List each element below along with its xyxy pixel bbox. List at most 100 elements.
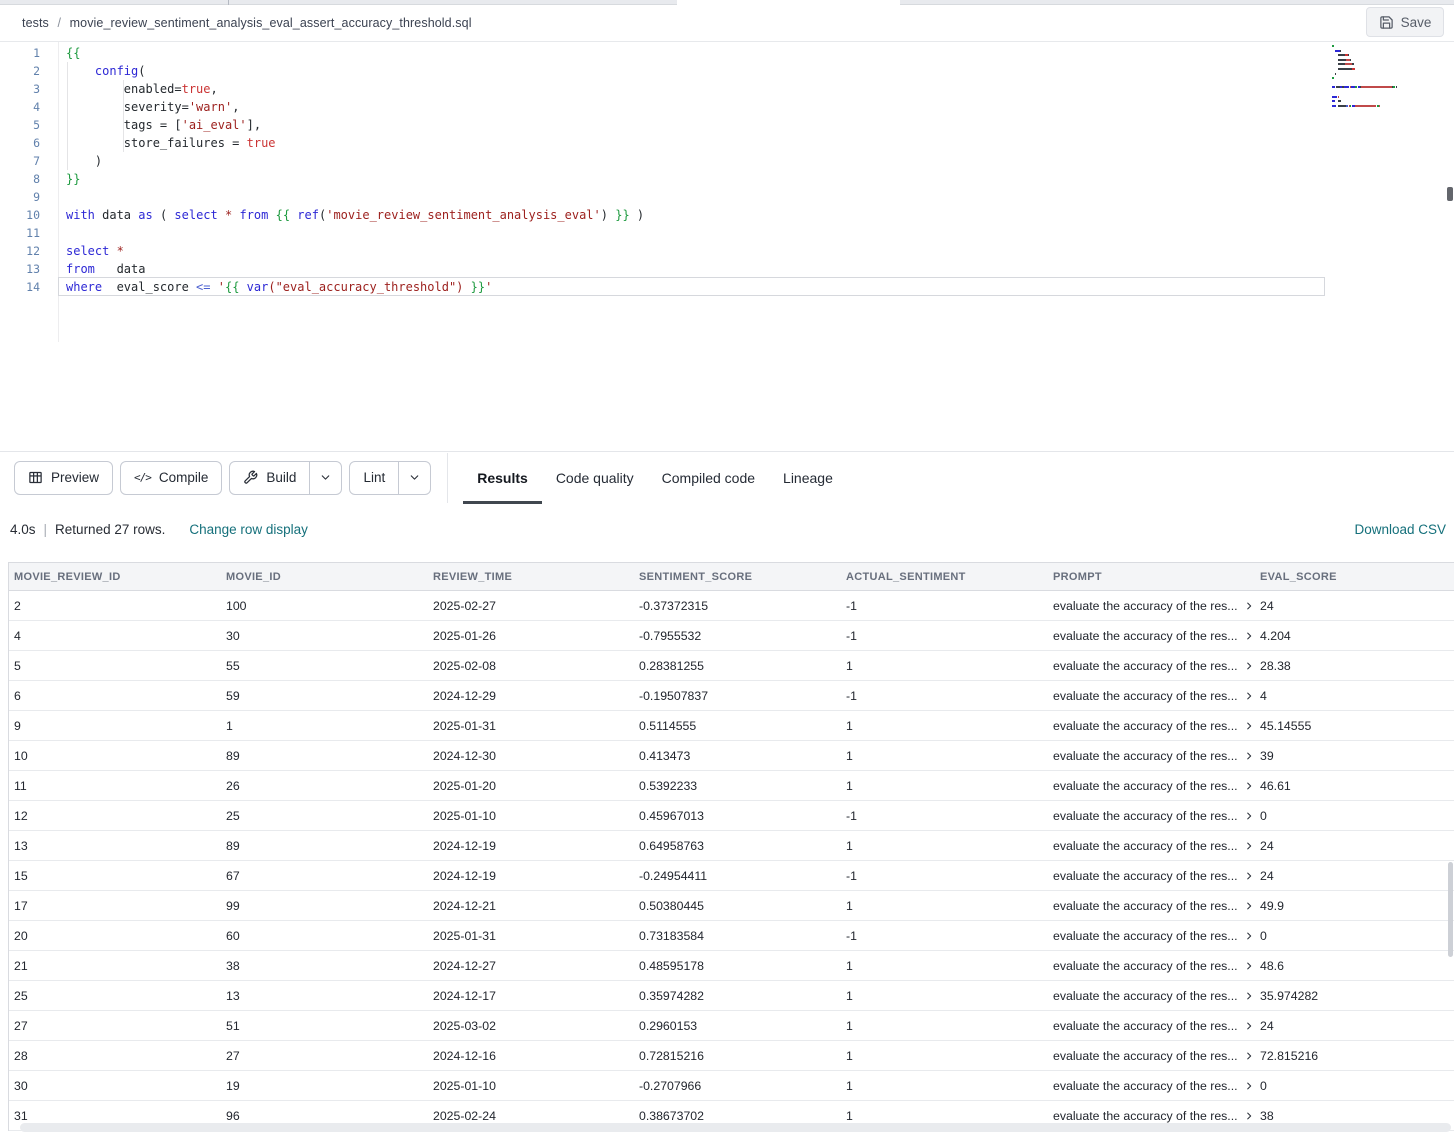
prompt-expand-chevron-icon[interactable] [1244,961,1254,971]
breadcrumb[interactable]: tests / movie_review_sentiment_analysis_… [22,16,472,30]
line-number: 9 [0,188,40,206]
editor-scrollbar-thumb[interactable] [1447,187,1453,201]
results-table-header: MOVIE_REVIEW_IDMOVIE_IDREVIEW_TIMESENTIM… [9,563,1454,591]
lint-dropdown-toggle[interactable] [398,462,430,494]
horizontal-scrollbar-thumb[interactable] [20,1123,1451,1132]
build-button-main[interactable]: Build [230,462,309,494]
table-cell: -1 [841,599,1048,613]
build-dropdown-toggle[interactable] [309,462,341,494]
prompt-expand-chevron-icon[interactable] [1244,811,1254,821]
prompt-expand-chevron-icon[interactable] [1244,1021,1254,1031]
save-button[interactable]: Save [1366,7,1444,37]
table-row: 21382024-12-270.485951781evaluate the ac… [9,951,1454,981]
table-cell: 60 [221,929,428,943]
prompt-text: evaluate the accuracy of the res... [1053,809,1238,823]
table-cell: 2024-12-17 [428,989,634,1003]
code-content[interactable]: {{ config( enabled=true, severity='warn'… [66,44,644,296]
line-number: 6 [0,134,40,152]
prompt-expand-chevron-icon[interactable] [1244,841,1254,851]
table-cell-eval-score: 0 [1255,1079,1454,1093]
line-number: 7 [0,152,40,170]
table-row: 17992024-12-210.503804451evaluate the ac… [9,891,1454,921]
table-cell-eval-score: 72.815216 [1255,1049,1454,1063]
table-cell: 2025-02-27 [428,599,634,613]
prompt-expand-chevron-icon[interactable] [1244,1111,1254,1121]
line-number: 8 [0,170,40,188]
prompt-cell: evaluate the accuracy of the res... [1048,929,1255,943]
prompt-expand-chevron-icon[interactable] [1244,721,1254,731]
tab-results[interactable]: Results [463,452,542,504]
prompt-expand-chevron-icon[interactable] [1244,601,1254,611]
prompt-expand-chevron-icon[interactable] [1244,1081,1254,1091]
code-line: where eval_score <= '{{ var("eval_accura… [66,278,644,296]
prompt-text: evaluate the accuracy of the res... [1053,869,1238,883]
action-toolbar: Preview </> Compile Build [0,451,1454,503]
prompt-expand-chevron-icon[interactable] [1244,781,1254,791]
line-number: 14 [0,278,40,296]
save-icon [1379,15,1394,30]
download-csv-link[interactable]: Download CSV [1354,522,1446,537]
table-cell-eval-score: 49.9 [1255,899,1454,913]
prompt-cell: evaluate the accuracy of the res... [1048,599,1255,613]
table-cell: 2024-12-29 [428,689,634,703]
table-cell: 100 [221,599,428,613]
table-cell: 28 [9,1049,221,1063]
tab-compiled-code-label: Compiled code [662,470,755,486]
table-cell: 5 [9,659,221,673]
result-panel-tabs: Results Code quality Compiled code Linea… [463,452,847,504]
tab-code-quality[interactable]: Code quality [542,452,648,504]
prompt-cell: evaluate the accuracy of the res... [1048,689,1255,703]
table-cell-eval-score: 24 [1255,599,1454,613]
table-cell: 1 [841,749,1048,763]
prompt-expand-chevron-icon[interactable] [1244,931,1254,941]
prompt-expand-chevron-icon[interactable] [1244,991,1254,1001]
prompt-expand-chevron-icon[interactable] [1244,751,1254,761]
minimap[interactable] [1332,45,1412,109]
table-cell: 38 [221,959,428,973]
prompt-expand-chevron-icon[interactable] [1244,631,1254,641]
table-cell: -0.37372315 [634,599,841,613]
table-cell: 2025-03-02 [428,1019,634,1033]
table-cell: 15 [9,869,221,883]
lint-button-main[interactable]: Lint [350,462,398,494]
prompt-expand-chevron-icon[interactable] [1244,661,1254,671]
prompt-expand-chevron-icon[interactable] [1244,901,1254,911]
table-cell: 30 [221,629,428,643]
prompt-text: evaluate the accuracy of the res... [1053,1079,1238,1093]
build-split-button[interactable]: Build [229,461,342,495]
table-cell: 1 [841,839,1048,853]
prompt-expand-chevron-icon[interactable] [1244,871,1254,881]
preview-button[interactable]: Preview [14,461,113,495]
column-header-movie-review-id: MOVIE_REVIEW_ID [9,571,221,583]
code-line: store_failures = true [66,134,644,152]
chevron-down-icon [319,471,332,484]
tab-compiled-code[interactable]: Compiled code [648,452,769,504]
prompt-cell: evaluate the accuracy of the res... [1048,1019,1255,1033]
prompt-cell: evaluate the accuracy of the res... [1048,1079,1255,1093]
compile-button-main[interactable]: </> Compile [121,462,221,494]
prompt-expand-chevron-icon[interactable] [1244,691,1254,701]
compile-button[interactable]: </> Compile [120,461,222,495]
code-line: select * [66,242,644,260]
preview-button-main[interactable]: Preview [15,462,112,494]
breadcrumb-folder[interactable]: tests [22,16,49,30]
table-cell: 1 [841,779,1048,793]
lint-split-button[interactable]: Lint [349,461,431,495]
table-cell: 0.35974282 [634,989,841,1003]
code-editor[interactable]: 1234567891011121314 {{ config( enabled=t… [0,42,1454,451]
table-scrollbar-thumb[interactable] [1448,862,1453,957]
table-cell-eval-score: 4.204 [1255,629,1454,643]
prompt-expand-chevron-icon[interactable] [1244,1051,1254,1061]
chevron-down-icon [408,471,421,484]
table-row: 30192025-01-10-0.27079661evaluate the ac… [9,1071,1454,1101]
table-cell-eval-score: 0 [1255,809,1454,823]
change-row-display-link[interactable]: Change row display [189,522,308,537]
table-cell-eval-score: 24 [1255,869,1454,883]
prompt-cell: evaluate the accuracy of the res... [1048,1049,1255,1063]
code-line [66,188,644,206]
table-cell: -1 [841,689,1048,703]
table-row: 25132024-12-170.359742821evaluate the ac… [9,981,1454,1011]
tab-lineage[interactable]: Lineage [769,452,847,504]
table-cell-eval-score: 35.974282 [1255,989,1454,1003]
preview-button-label: Preview [51,470,99,485]
